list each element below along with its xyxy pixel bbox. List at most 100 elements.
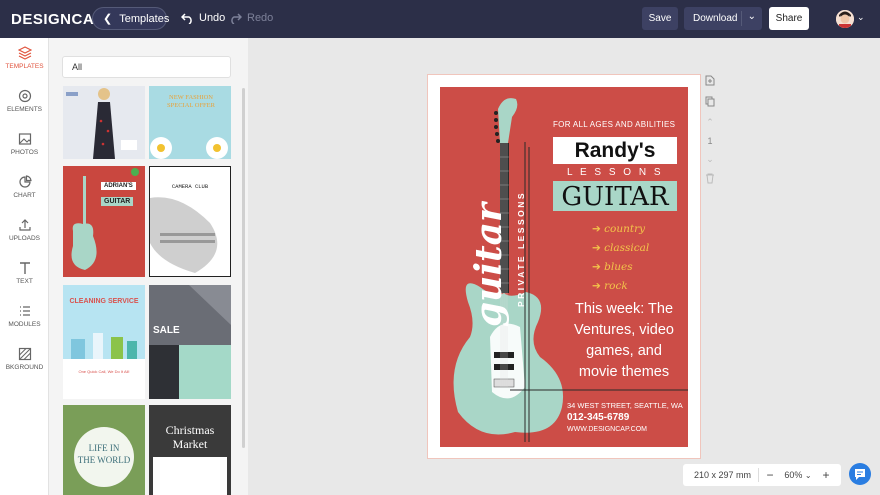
move-down-icon[interactable]: ⌄ [704, 154, 716, 165]
sale-art [149, 285, 231, 399]
poster-genre-3: ➔ blues [592, 261, 633, 273]
camera-art [150, 197, 218, 273]
zoom-in-button[interactable]: + [815, 468, 837, 482]
cleaning-footer [63, 359, 145, 399]
undo-label: Undo [199, 12, 226, 24]
panel-scrollbar[interactable] [242, 88, 245, 448]
upload-icon [18, 219, 31, 231]
redo-label: Redo [247, 12, 274, 24]
poster-this-week-3: games, and [586, 343, 662, 359]
rail-item-text[interactable]: TEXT [0, 261, 49, 301]
template-thumb-fashion-offer[interactable]: NEW FASHION SPECIAL OFFER [149, 86, 231, 159]
thumb-guitar-art [71, 168, 139, 270]
thumb-sale-title: SALE [153, 325, 180, 336]
chat-icon [855, 469, 865, 480]
poster-website: WWW.DESIGNCAP.COM [567, 426, 647, 433]
poster-this-week-4: movie themes [578, 364, 670, 380]
thumb-art [63, 86, 145, 159]
duplicate-page-icon[interactable] [704, 96, 716, 109]
tool-rail: TEMPLATES ELEMENTS PHOTOS CHART UPLOADS … [0, 38, 49, 495]
christmas-details [153, 457, 227, 495]
rail-item-uploads[interactable]: UPLOADS [0, 218, 49, 258]
undo-icon [181, 12, 192, 24]
zoom-out-button[interactable]: − [759, 468, 781, 482]
download-button[interactable]: Download ⌄ [684, 7, 762, 30]
avatar[interactable] [836, 10, 854, 28]
template-thumb-sale[interactable]: SALE [149, 285, 231, 399]
template-thumb-christmas-market[interactable]: Christmas Market [149, 405, 231, 495]
rail-label: CHART [13, 192, 36, 199]
thumb-cleaning-title: CLEANING SERVICE [69, 298, 139, 305]
page-number: 1 [707, 136, 713, 146]
poster-tagline: FOR ALL AGES AND ABILITIES [553, 120, 676, 129]
redo-button[interactable]: Redo [229, 12, 273, 24]
zoom-bar: 210 x 297 mm − 60% ⌄ + [683, 464, 841, 486]
layers-icon [17, 46, 32, 60]
thumb-life-line2: THE WORLD [77, 455, 131, 465]
rail-item-modules[interactable]: MODULES [0, 304, 49, 344]
category-filter-select[interactable]: All [62, 56, 231, 78]
poster-name: Randy's [574, 139, 656, 162]
poster-genre-4: ➔ rock [592, 280, 628, 292]
poster-genre-1: ➔ country [592, 223, 646, 235]
chart-icon [18, 175, 32, 188]
poster-genre-2: ➔ classical [592, 242, 650, 254]
text-icon [19, 262, 30, 274]
move-up-icon[interactable]: ⌃ [704, 117, 716, 128]
template-thumb-fashion-woman[interactable] [63, 86, 145, 159]
zoom-level-select[interactable]: 60% ⌄ [781, 470, 815, 480]
thumb-christmas-line1: Christmas [165, 423, 215, 437]
poster-guitar-script: guitar [468, 203, 510, 327]
redo-icon [231, 12, 242, 24]
thumb-camera-title: CAMERA CLUB [171, 183, 209, 190]
poster-lessons: L E S S O N S [566, 167, 664, 178]
filter-value: All [72, 62, 83, 72]
thumb-christmas-line2: Market [172, 437, 208, 451]
thumb-cleaning-call: One Quick Call, We Do It All! [78, 369, 130, 374]
daisy-art [150, 137, 228, 159]
templates-button-label: Templates [119, 12, 170, 25]
share-button[interactable]: Share [769, 7, 809, 30]
guitar-poster[interactable]: guitar PRIVATE LESSONS FOR ALL AGES AND … [440, 87, 688, 447]
template-thumb-life-in-the-world[interactable]: LIFE IN THE WORLD [63, 405, 145, 495]
chat-support-button[interactable] [849, 463, 871, 485]
template-thumb-adrians-guitar[interactable]: ADRIAN'S GUITAR [63, 166, 145, 277]
rail-item-elements[interactable]: ELEMENTS [0, 89, 49, 129]
delete-page-icon[interactable] [704, 173, 716, 186]
account-chevron-down-icon[interactable]: ⌄ [857, 12, 865, 23]
undo-button[interactable]: Undo [181, 12, 225, 24]
rail-label: UPLOADS [8, 235, 41, 242]
poster-phone: 012-345-6789 [567, 412, 630, 423]
page-side-tools: ⌃ 1 ⌄ [704, 75, 716, 194]
app-logo[interactable]: DESIGNCAP [11, 11, 105, 28]
rail-label: ELEMENTS [6, 106, 43, 113]
chevron-down-icon[interactable]: ⌄ [748, 11, 756, 22]
rail-item-templates[interactable]: TEMPLATES [0, 46, 49, 86]
template-thumb-camera-club[interactable]: CAMERA CLUB [149, 166, 231, 277]
rail-label: PHOTOS [10, 149, 39, 156]
template-thumb-cleaning-service[interactable]: CLEANING SERVICE One Quick Call, We Do I… [63, 285, 145, 399]
poster-guitar-title: GUITAR [561, 182, 669, 212]
rail-label: MODULES [8, 321, 41, 328]
photo-icon [18, 133, 31, 145]
poster-private-lessons: PRIVATE LESSONS [516, 190, 526, 307]
rail-label: TEMPLATES [5, 63, 44, 70]
zoom-level: 60% [784, 470, 803, 480]
background-icon [18, 347, 31, 361]
add-page-icon[interactable] [704, 75, 716, 88]
rail-item-photos[interactable]: PHOTOS [0, 132, 49, 172]
rail-label: TEXT [16, 278, 33, 285]
thumb-life-line1: LIFE IN [88, 443, 120, 453]
download-label: Download [693, 13, 738, 24]
save-button[interactable]: Save [642, 7, 678, 30]
cleaning-art [71, 333, 137, 359]
rail-item-background[interactable]: BKGROUND [0, 347, 49, 387]
elements-icon [18, 89, 31, 103]
avatar-face-icon [836, 10, 854, 28]
page-size-label: 210 x 297 mm [694, 470, 752, 480]
templates-back-button[interactable]: ❮ Templates [92, 7, 170, 30]
top-bar: DESIGNCAP ❮ Templates Undo Redo Save Dow… [0, 0, 880, 38]
thumb-fashion-subtitle: SPECIAL OFFER [167, 102, 215, 109]
rail-item-chart[interactable]: CHART [0, 175, 49, 215]
download-separator [741, 11, 742, 26]
